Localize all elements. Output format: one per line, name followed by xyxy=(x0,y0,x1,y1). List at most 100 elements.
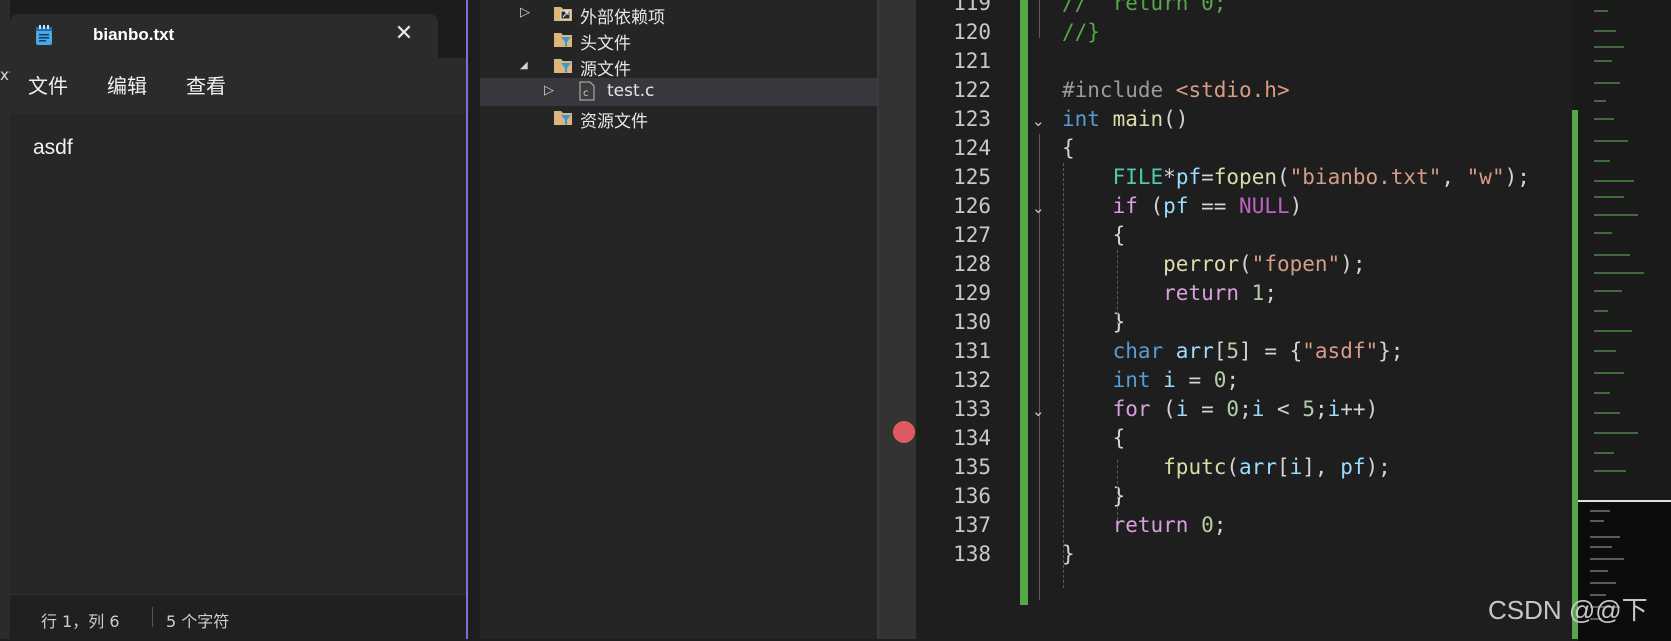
line-number: 137 xyxy=(953,513,991,537)
tab-bianbo-txt[interactable]: bianbo.txt ✕ xyxy=(10,14,438,58)
code-token: ; xyxy=(1226,368,1240,392)
notepad-content: asdf xyxy=(33,136,73,159)
code-token: * xyxy=(1163,165,1176,189)
code-token: ( xyxy=(1150,194,1164,218)
code-line: } xyxy=(1062,484,1126,508)
filter-folder-icon xyxy=(554,111,572,125)
line-number: 135 xyxy=(953,455,991,479)
code-token: ; xyxy=(1314,397,1328,421)
code-token: 5 xyxy=(1302,397,1315,421)
expand-arrow-icon[interactable]: ▷ xyxy=(520,5,530,20)
code-token: "asdf" xyxy=(1302,339,1379,363)
tree-item-label: 头文件 xyxy=(580,34,631,54)
code-token: for xyxy=(1112,397,1164,421)
fold-chevron-icon[interactable]: ⌄ xyxy=(1032,402,1045,420)
line-number: 119 xyxy=(953,0,991,15)
code-token: //} xyxy=(1062,20,1100,44)
tree-item-header-files[interactable]: 头文件 xyxy=(480,26,878,54)
tree-item-label: 外部依赖项 xyxy=(580,8,665,28)
code-token: 0 xyxy=(1226,397,1240,421)
tree-item-source-files[interactable]: ◢ 源文件 xyxy=(480,52,878,80)
code-token: 1 xyxy=(1251,281,1265,305)
code-line: if (pf == NULL) xyxy=(1062,194,1303,218)
code-token: ); xyxy=(1365,455,1391,479)
tab-title: bianbo.txt xyxy=(93,25,175,44)
line-number: 125 xyxy=(953,165,991,189)
code-token: ( xyxy=(1226,455,1240,479)
code-token: [ xyxy=(1213,339,1227,363)
tree-item-test-c[interactable]: ▷ c test.c xyxy=(480,78,878,106)
code-token: [ xyxy=(1276,455,1290,479)
code-token: () xyxy=(1163,107,1189,131)
status-divider xyxy=(152,607,153,627)
menu-file[interactable]: 文件 xyxy=(28,70,68,99)
watermark-text: CSDN @@下 xyxy=(1488,595,1648,625)
code-token: "fopen" xyxy=(1251,252,1341,276)
svg-text:c: c xyxy=(583,88,589,99)
code-token: arr xyxy=(1175,339,1214,363)
code-token: { xyxy=(1062,223,1126,247)
notepad-text-area[interactable]: asdf xyxy=(10,114,466,594)
line-number: 127 xyxy=(953,223,991,247)
fold-guide xyxy=(1039,222,1040,342)
code-token: = xyxy=(1188,397,1227,421)
code-token: i xyxy=(1289,455,1303,479)
line-number: 131 xyxy=(953,339,991,363)
breakpoint-icon[interactable] xyxy=(893,421,915,443)
code-token: ); xyxy=(1340,252,1366,276)
code-token: fopen xyxy=(1213,165,1277,189)
code-token: i xyxy=(1175,397,1189,421)
code-token: pf xyxy=(1163,194,1189,218)
code-token: ] = { xyxy=(1239,339,1303,363)
change-tracking-bar xyxy=(1020,0,1028,605)
close-icon[interactable]: ✕ xyxy=(390,20,418,48)
line-number: 123 xyxy=(953,107,991,131)
filter-folder-icon xyxy=(554,59,572,73)
code-token: 5 xyxy=(1226,339,1240,363)
code-line: perror("fopen"); xyxy=(1062,252,1365,276)
indent-guide xyxy=(1117,460,1118,520)
menu-view[interactable]: 查看 xyxy=(186,70,226,99)
code-token: ; xyxy=(1239,397,1252,421)
line-number: 124 xyxy=(953,136,991,160)
tree-item-label: 源文件 xyxy=(580,60,631,80)
code-line: // return 0; xyxy=(1062,0,1226,15)
tree-item-label: test.c xyxy=(607,81,655,101)
code-token: ) xyxy=(1289,194,1303,218)
code-token: char xyxy=(1112,339,1176,363)
notepad-menubar: 文件 编辑 查看 xyxy=(10,58,466,114)
code-token: ( xyxy=(1276,165,1290,189)
window-edge xyxy=(0,0,10,639)
code-line: return 1; xyxy=(1062,281,1277,305)
tree-item-resource-files[interactable]: 资源文件 xyxy=(480,104,878,132)
fold-chevron-icon[interactable]: ⌄ xyxy=(1032,112,1045,130)
menu-edit[interactable]: 编辑 xyxy=(107,70,147,99)
collapse-arrow-icon[interactable]: ◢ xyxy=(520,60,528,71)
code-line: } xyxy=(1062,310,1126,334)
line-number: 128 xyxy=(953,252,991,276)
code-token: }; xyxy=(1378,339,1404,363)
code-token: i xyxy=(1163,368,1176,392)
code-token: i xyxy=(1327,397,1341,421)
code-token: "bianbo.txt" xyxy=(1289,165,1442,189)
code-token: ; xyxy=(1213,513,1227,537)
expand-arrow-icon[interactable]: ▷ xyxy=(544,83,554,98)
c-file-icon: c xyxy=(579,81,595,101)
code-token: int xyxy=(1062,107,1113,131)
code-line: fputc(arr[i], pf); xyxy=(1062,455,1391,479)
breakpoint-margin[interactable] xyxy=(879,0,916,639)
tree-item-external-deps[interactable]: ▷ 外部依赖项 xyxy=(480,0,878,28)
fold-chevron-icon[interactable]: ⌄ xyxy=(1032,199,1045,217)
code-line: //} xyxy=(1062,20,1100,44)
line-number: 134 xyxy=(953,426,991,450)
notepad-window: xt bianbo.txt ✕ 文件 编辑 查看 asdf 行 1，列 6 5 … xyxy=(0,0,468,640)
code-token: perror xyxy=(1163,252,1240,276)
